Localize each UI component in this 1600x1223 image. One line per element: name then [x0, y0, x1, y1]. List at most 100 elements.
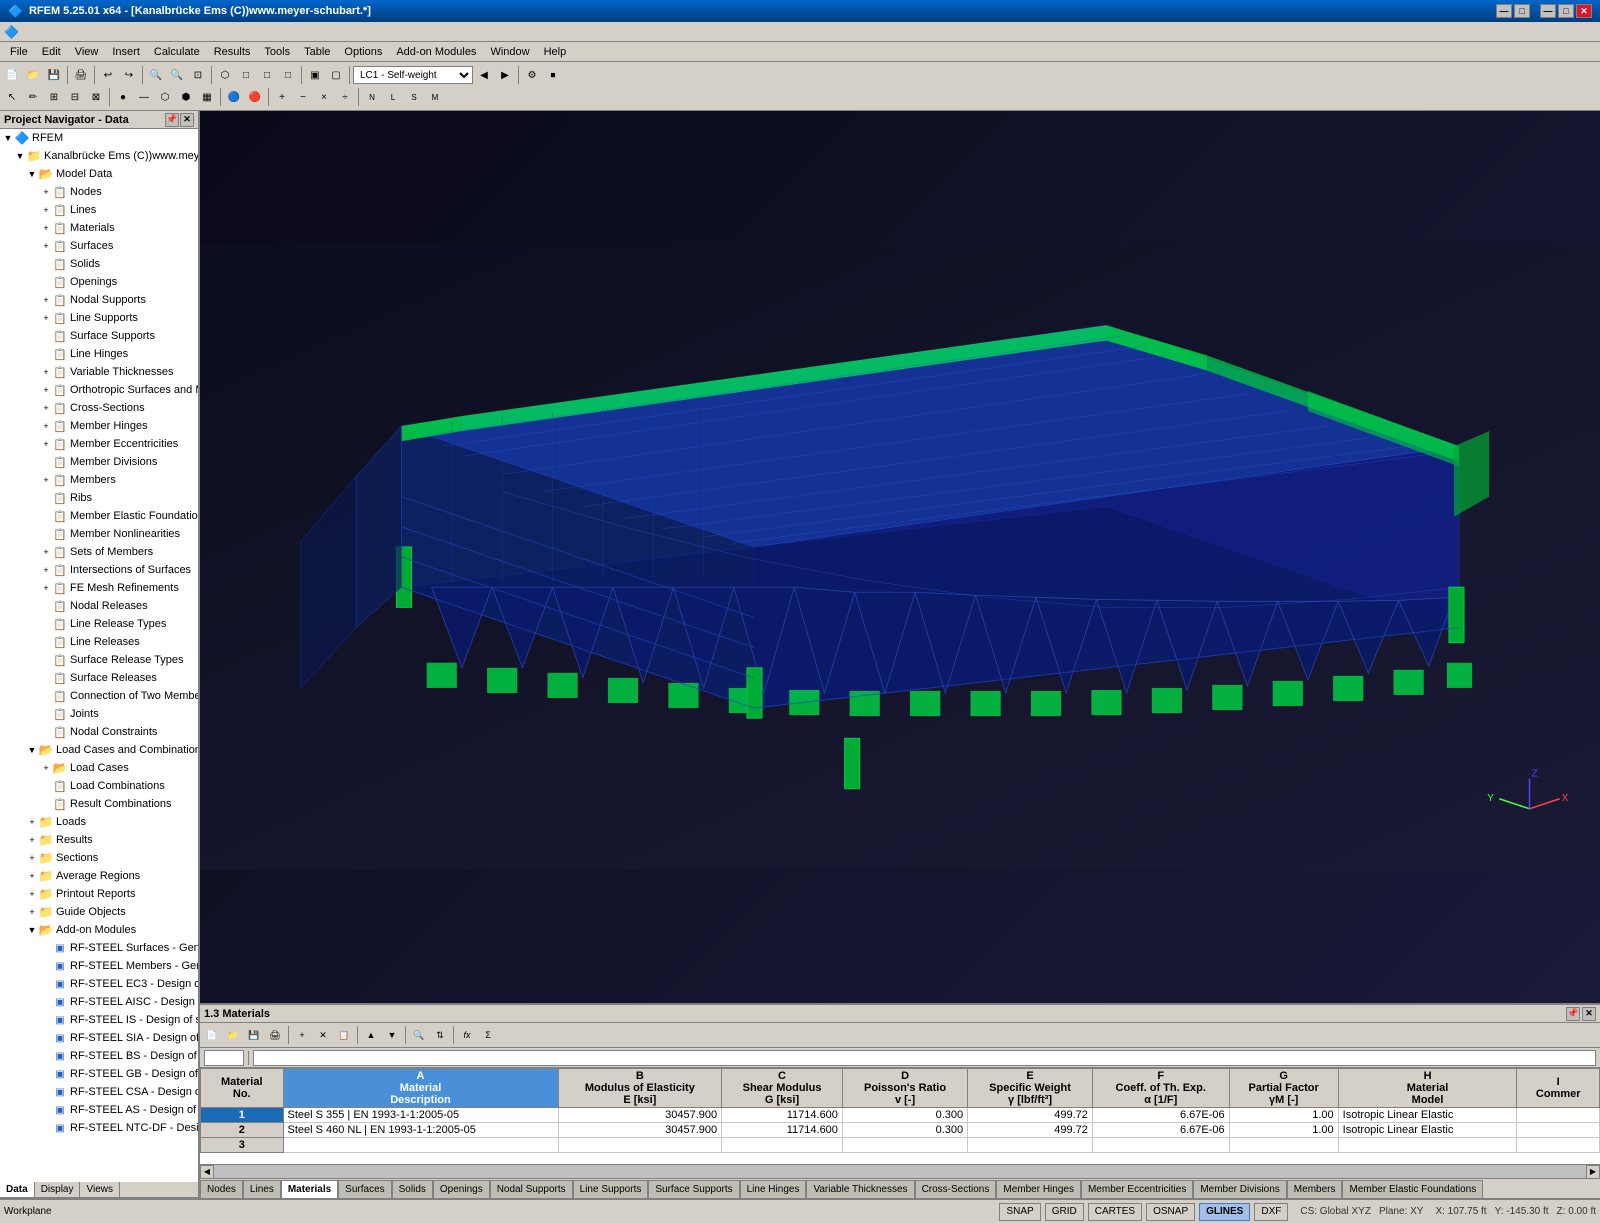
table-tb-add[interactable]: +	[292, 1025, 312, 1045]
tab-openings[interactable]: Openings	[433, 1180, 490, 1198]
expand-variablethicknesses[interactable]: +	[40, 366, 52, 378]
expand-addonmodules[interactable]: ▼	[26, 924, 38, 936]
expand-rfsteelis[interactable]	[40, 1014, 52, 1026]
tb-save[interactable]: 💾	[44, 65, 64, 85]
table-tb-sigma[interactable]: Σ	[478, 1025, 498, 1045]
hscroll-right-btn[interactable]: ▶	[1586, 1165, 1600, 1179]
cell-3-alpha[interactable]	[1092, 1138, 1229, 1153]
tree-item-femeshrefinements[interactable]: + 📋 FE Mesh Refinements	[0, 579, 198, 597]
bottom-panel-pin-btn[interactable]: 📌	[1566, 1007, 1580, 1021]
tb2-3[interactable]: ⊞	[44, 87, 64, 107]
tb2-16[interactable]: ÷	[335, 87, 355, 107]
expand-linereleasetypes[interactable]	[40, 618, 52, 630]
tb-redo[interactable]: ↪	[119, 65, 139, 85]
col-header-partialfactor[interactable]: GPartial FactorγM [-]	[1229, 1069, 1338, 1108]
bottom-panel-close-btn[interactable]: ✕	[1582, 1007, 1596, 1021]
tree-item-memberhinges[interactable]: + 📋 Member Hinges	[0, 417, 198, 435]
tb2-surf[interactable]: S	[404, 87, 424, 107]
tb-prev[interactable]: ◀	[474, 65, 494, 85]
expand-lines[interactable]: +	[40, 204, 52, 216]
formula-input[interactable]	[253, 1050, 1596, 1066]
snap-btn[interactable]: SNAP	[999, 1203, 1040, 1221]
menu-file[interactable]: File	[4, 44, 34, 60]
expand-loadcombinations[interactable]	[40, 780, 52, 792]
tree-item-intersectionsofsurfaces[interactable]: + 📋 Intersections of Surfaces	[0, 561, 198, 579]
tree-item-surfaces[interactable]: + 📋 Surfaces	[0, 237, 198, 255]
tree-item-setsofmembers[interactable]: + 📋 Sets of Members	[0, 543, 198, 561]
cell-1-alpha[interactable]: 6.67E-06	[1092, 1108, 1229, 1123]
tree-item-addonmodules[interactable]: ▼ 📂 Add-on Modules	[0, 921, 198, 939]
cell-2-E[interactable]: 30457.900	[558, 1123, 722, 1138]
tree-item-materials[interactable]: + 📋 Materials	[0, 219, 198, 237]
expand-linereleases[interactable]	[40, 636, 52, 648]
cell-3-no[interactable]: 3	[201, 1138, 284, 1153]
tb2-7[interactable]: —	[134, 87, 154, 107]
menu-calculate[interactable]: Calculate	[148, 44, 206, 60]
expand-setsofmembers[interactable]: +	[40, 546, 52, 558]
minimize-btn[interactable]: —	[1540, 4, 1556, 18]
tb-viewyz[interactable]: □	[278, 65, 298, 85]
expand-nodalsupports[interactable]: +	[40, 294, 52, 306]
tree-item-ribs[interactable]: 📋 Ribs	[0, 489, 198, 507]
tb-render[interactable]: ▣	[305, 65, 325, 85]
tree-item-linehinges[interactable]: 📋 Line Hinges	[0, 345, 198, 363]
panel-pin-btn[interactable]: 📌	[165, 113, 179, 127]
table-tb-print[interactable]: 🖨	[265, 1025, 285, 1045]
cell-ref-box[interactable]	[204, 1050, 244, 1066]
tree-item-linereleasetypes[interactable]: 📋 Line Release Types	[0, 615, 198, 633]
tb-zoom-out[interactable]: 🔍	[167, 65, 187, 85]
menu-insert[interactable]: Insert	[106, 44, 146, 60]
expand-rfsteelas[interactable]	[40, 1104, 52, 1116]
expand-rfsteelsia[interactable]	[40, 1032, 52, 1044]
maximize-btn[interactable]: □	[1558, 4, 1574, 18]
expand-rfsteelaisc[interactable]	[40, 996, 52, 1008]
tb2-15[interactable]: ×	[314, 87, 334, 107]
cell-3-gamma[interactable]	[968, 1138, 1093, 1153]
tree-item-linereleases[interactable]: 📋 Line Releases	[0, 633, 198, 651]
tree-item-membereccentricities[interactable]: + 📋 Member Eccentricities	[0, 435, 198, 453]
panel-tab-data[interactable]: Data	[0, 1182, 35, 1197]
cell-1-gamma[interactable]: 499.72	[968, 1108, 1093, 1123]
lc-combo[interactable]: LC1 - Self-weight	[353, 66, 473, 84]
tb2-6[interactable]: ●	[113, 87, 133, 107]
tree-item-resultcombinations[interactable]: 📋 Result Combinations	[0, 795, 198, 813]
table-tb-filter[interactable]: 🔍	[409, 1025, 429, 1045]
tree-item-connectionoftwomembers[interactable]: 📋 Connection of Two Membe	[0, 687, 198, 705]
panel-close-btn[interactable]: ✕	[180, 113, 194, 127]
cell-1-desc[interactable]: Steel S 355 | EN 1993-1-1:2005-05	[283, 1108, 558, 1123]
cartes-btn[interactable]: CARTES	[1088, 1203, 1142, 1221]
tb-print[interactable]: 🖨	[71, 65, 91, 85]
tab-surfaces[interactable]: Surfaces	[338, 1180, 391, 1198]
tab-nodalsupports[interactable]: Nodal Supports	[490, 1180, 573, 1198]
table-tb-fx[interactable]: fx	[457, 1025, 477, 1045]
cell-2-gamma[interactable]: 499.72	[968, 1123, 1093, 1138]
expand-memberdivisions[interactable]	[40, 456, 52, 468]
menu-edit[interactable]: Edit	[36, 44, 67, 60]
menu-view[interactable]: View	[69, 44, 105, 60]
expand-resultcombinations[interactable]	[40, 798, 52, 810]
tb2-9[interactable]: ⬢	[176, 87, 196, 107]
menu-results[interactable]: Results	[208, 44, 257, 60]
expand-sections[interactable]: +	[26, 852, 38, 864]
expand-linesupports[interactable]: +	[40, 312, 52, 324]
col-header-G[interactable]: CShear ModulusG [ksi]	[722, 1069, 843, 1108]
expand-guideobjects[interactable]: +	[26, 906, 38, 918]
expand-results[interactable]: +	[26, 834, 38, 846]
cell-2-comment[interactable]	[1517, 1123, 1600, 1138]
expand-surfacesupports[interactable]	[40, 330, 52, 342]
tb-new[interactable]: 📄	[2, 65, 22, 85]
tb-stop[interactable]: ⏹	[543, 65, 563, 85]
cell-2-desc[interactable]: Steel S 460 NL | EN 1993-1-1:2005-05	[283, 1123, 558, 1138]
tb2-14[interactable]: −	[293, 87, 313, 107]
tb2-5[interactable]: ⊠	[86, 87, 106, 107]
expand-rfsteelec3[interactable]	[40, 978, 52, 990]
tree-item-members[interactable]: + 📋 Members	[0, 471, 198, 489]
cell-3-pf[interactable]	[1229, 1138, 1338, 1153]
expand-averageregions[interactable]: +	[26, 870, 38, 882]
cell-2-G[interactable]: 11714.600	[722, 1123, 843, 1138]
cell-1-no[interactable]: 1	[201, 1108, 284, 1123]
expand-loadcases[interactable]: +	[40, 762, 52, 774]
table-tb-sort[interactable]: ⇅	[430, 1025, 450, 1045]
menu-table[interactable]: Table	[298, 44, 336, 60]
col-header-E[interactable]: BModulus of ElasticityE [ksi]	[558, 1069, 722, 1108]
